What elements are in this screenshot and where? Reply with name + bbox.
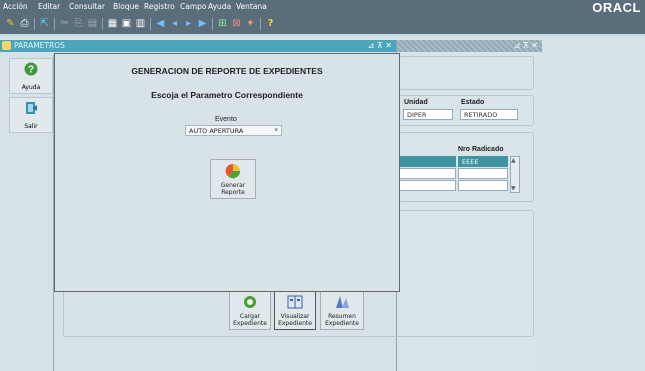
help-icon: ? [24,62,38,76]
svg-text:?: ? [28,65,34,76]
chevron-down-icon: ▾ [274,126,278,134]
menu-bloque[interactable]: Bloque [113,2,139,11]
exit-label: Salir [24,123,38,130]
state-field[interactable]: RETIRADO [460,109,518,120]
unit-field[interactable]: DIPER [403,109,453,120]
radicado-field[interactable] [458,180,508,191]
toolbar-separator [54,18,55,30]
cut-icon[interactable]: ✂ [58,17,71,30]
toolbar-separator [260,18,261,30]
report-dialog: GENERACION DE REPORTE DE EXPEDIENTES Esc… [54,53,400,292]
execute-query-icon[interactable]: ▣ [120,17,133,30]
menu-registro[interactable]: Registro [144,2,175,11]
menu-accion[interactable]: Acción [3,2,28,11]
oracle-logo: ORACL [592,0,641,15]
menu-ayuda[interactable]: Ayuda [208,2,231,11]
menu-bar: Acción Editar Consultar Bloque Registro … [0,0,645,15]
menu-ventana[interactable]: Ventana [236,2,267,11]
table-scrollbar[interactable]: ▲ ▼ [510,156,520,193]
radicado-header: Nro Radicado [458,146,504,153]
event-select-value: AUTO APERTURA [189,127,244,135]
copy-icon[interactable]: ⎘ [72,17,85,30]
help-label: Ayuda [21,84,41,91]
open-icon[interactable]: ✎ [4,17,17,30]
radicado-field[interactable] [458,168,508,179]
table-row-selected[interactable] [398,156,456,167]
scroll-up-icon[interactable]: ▲ [511,157,516,164]
event-select[interactable]: AUTO APERTURA ▾ [185,125,282,136]
menu-editar[interactable]: Editar [38,2,60,11]
load-expediente-label: Cargar Expediente [233,313,267,327]
main-window-title: PARAMETROS [14,41,65,50]
generate-report-label: Generar Reporte [220,182,246,196]
lock-record-icon[interactable]: ✦ [244,17,257,30]
first-record-icon[interactable]: ◀ [154,17,167,30]
load-expediente-button[interactable]: Cargar Expediente [229,290,271,330]
toolbar-separator [102,18,103,30]
summary-expediente-label: Resumen Expediente [325,313,359,327]
help-icon[interactable]: ? [264,17,277,30]
exit-button[interactable]: Salir [9,97,53,133]
generate-report-button[interactable]: Generar Reporte [210,159,256,199]
print-icon[interactable]: ⎙ [18,17,31,30]
toolbar-separator [34,18,35,30]
summary-icon [336,296,349,308]
table-cell[interactable] [398,180,456,191]
pie-chart-icon [225,163,241,179]
cancel-query-icon[interactable]: ▥ [134,17,147,30]
window-controls[interactable]: ⊿ ⊼ ✕ [368,41,392,50]
last-record-icon[interactable]: ▶ [196,17,209,30]
help-button[interactable]: ? Ayuda [9,58,53,94]
enter-query-icon[interactable]: ▦ [106,17,119,30]
view-icon [287,295,303,309]
menu-campo[interactable]: Campo [180,2,207,11]
scroll-down-icon[interactable]: ▼ [511,185,516,192]
main-window-titlebar: PARAMETROS ⊿ ⊼ ✕ [0,40,396,52]
window-controls[interactable]: ⊿ ⊼ ✕ [514,41,538,50]
menu-consultar[interactable]: Consultar [69,2,105,11]
unit-header: Unidad [404,99,428,106]
background-window-titlebar: ⊿ ⊼ ✕ [397,40,542,52]
form-frame-top [398,56,534,90]
load-icon [244,296,256,308]
toolbar-separator [212,18,213,30]
exit-door-icon [26,102,37,114]
summary-expediente-button[interactable]: Resumen Expediente [320,290,364,330]
dialog-subtitle: Escoja el Parametro Correspondiente [151,90,303,100]
paste-icon[interactable]: ▤ [86,17,99,30]
event-label: Evento [215,116,237,123]
toolbar-separator [150,18,151,30]
exit-icon[interactable]: ⇱ [38,17,51,30]
next-record-icon[interactable]: ▸ [182,17,195,30]
view-expediente-label: Visualizar Expediente [278,313,312,327]
view-expediente-button[interactable]: Visualizar Expediente [274,290,316,330]
dialog-title: GENERACION DE REPORTE DE EXPEDIENTES [131,66,323,76]
left-panel: ? Ayuda Salir [6,55,54,371]
radicado-field[interactable]: EEEE [458,156,508,167]
state-header: Estado [461,99,485,106]
table-cell[interactable] [398,168,456,179]
insert-record-icon[interactable]: ⊞ [216,17,229,30]
toolbar: ✎ ⎙ ⇱ ✂ ⎘ ▤ ▦ ▣ ▥ ◀ ◂ ▸ ▶ ⊞ ⊠ ✦ ? [0,14,645,34]
delete-record-icon[interactable]: ⊠ [230,17,243,30]
window-icon [2,41,11,50]
previous-record-icon[interactable]: ◂ [168,17,181,30]
